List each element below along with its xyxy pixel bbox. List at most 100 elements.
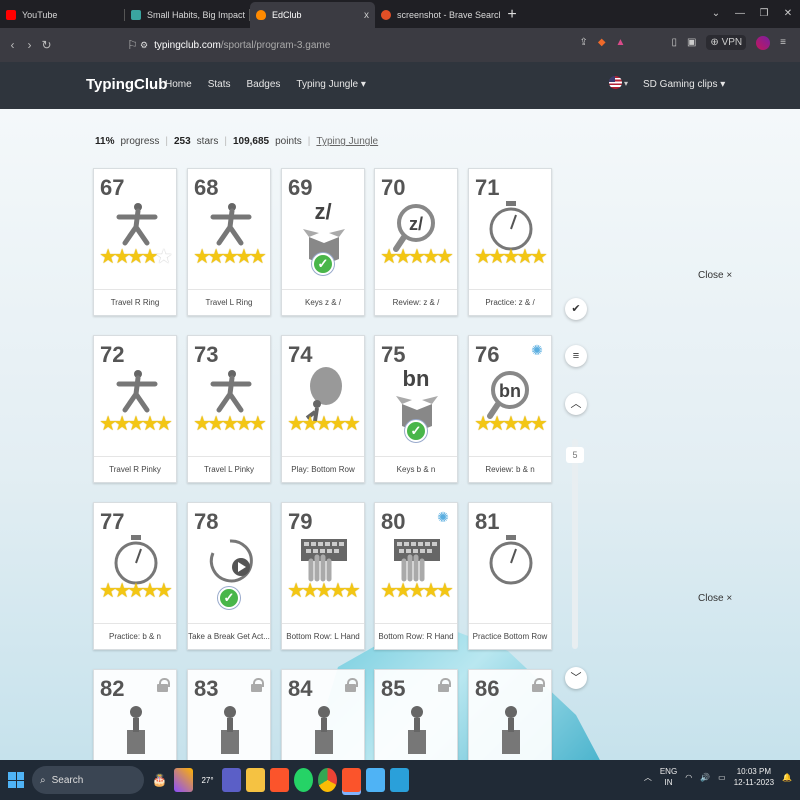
- nav-stats[interactable]: Stats: [208, 79, 231, 90]
- tab-small-habits[interactable]: Small Habits, Big Impact: [125, 2, 250, 28]
- lesson-card-74[interactable]: 74 ★ ★ ★ ★ ★ Play: Bottom Row: [281, 335, 365, 483]
- scroll-page-indicator[interactable]: 5: [566, 447, 584, 463]
- close-button[interactable]: Close ×: [698, 270, 732, 281]
- lesson-caption: Travel R Ring: [94, 289, 176, 315]
- lesson-caption: Keys z & /: [282, 289, 364, 315]
- tab-edclub[interactable]: EdClub x: [250, 2, 375, 28]
- nav-typing-jungle[interactable]: Typing Jungle ▾: [296, 79, 366, 90]
- scroll-up-button[interactable]: ︿: [565, 393, 587, 415]
- lesson-card-77[interactable]: 77 ★ ★ ★ ★ ★ Practice: b & n: [93, 502, 177, 650]
- lesson-card-67[interactable]: 67 ★ ★ ★ ★ ★ Travel R Ring: [93, 168, 177, 316]
- lesson-card-70[interactable]: 70 z/ ★ ★ ★ ★ ★ Review: z & /: [374, 168, 458, 316]
- close-button[interactable]: Close ×: [698, 593, 732, 604]
- menu-icon[interactable]: ≡: [780, 37, 786, 48]
- star-icon: ★: [154, 246, 173, 268]
- address-bar-row: ‹ › ↻ ⚐ ⚙ typingclub.com/sportal/program…: [0, 28, 800, 62]
- minimize-icon[interactable]: —: [728, 0, 752, 28]
- weather-widget[interactable]: 27°: [198, 768, 217, 792]
- lesson-card-81[interactable]: 81 Practice Bottom Row: [468, 502, 552, 650]
- restore-icon[interactable]: ❐: [752, 0, 776, 28]
- lesson-number: 78: [194, 509, 219, 534]
- lesson-card-68[interactable]: 68 ★ ★ ★ ★ ★ Travel L Ring: [187, 168, 271, 316]
- wallet-icon[interactable]: ▣: [687, 37, 696, 48]
- show-hidden-icon[interactable]: ︿: [644, 772, 652, 783]
- url-field[interactable]: ⚙ typingclub.com/sportal/program-3.game: [140, 35, 610, 55]
- lesson-card-76[interactable]: 76 bn ★ ★ ★ ★ ★ ✺ Review: b & n: [468, 335, 552, 483]
- lesson-keys: bn: [499, 381, 521, 401]
- site-logo[interactable]: TypingClub: [86, 76, 167, 93]
- chrome-icon[interactable]: [318, 768, 337, 792]
- brave-shields-icon[interactable]: ◆: [598, 37, 606, 48]
- lesson-card-73[interactable]: 73 ★ ★ ★ ★ ★ Travel L Pinky: [187, 335, 271, 483]
- list-icon: ≡: [572, 350, 580, 362]
- url-path: /sportal/program-3.game: [220, 39, 331, 51]
- typing-jungle-link[interactable]: Typing Jungle: [316, 136, 378, 147]
- close-tab-icon[interactable]: x: [364, 10, 369, 21]
- sidebar-icon[interactable]: ▯: [671, 37, 677, 48]
- brave-rewards-icon[interactable]: ▲: [616, 37, 626, 48]
- tab-youtube[interactable]: YouTube: [0, 2, 125, 28]
- tab-brave-search[interactable]: screenshot - Brave Search: [375, 2, 500, 28]
- lesson-card-85[interactable]: 85: [374, 669, 458, 760]
- locked-icon: [205, 700, 255, 760]
- nav-badges[interactable]: Badges: [246, 79, 280, 90]
- progress-stats: 11% progress | 253 stars | 109,685 points |…: [95, 136, 379, 147]
- lesson-card-71[interactable]: 71 ★ ★ ★ ★ ★ Practice: z & /: [468, 168, 552, 316]
- bookmark-icon[interactable]: ⚐: [124, 38, 141, 52]
- lesson-number: 77: [100, 509, 125, 534]
- back-icon[interactable]: ‹: [4, 38, 21, 52]
- close-window-icon[interactable]: ✕: [776, 0, 800, 28]
- lesson-card-84[interactable]: 84: [281, 669, 365, 760]
- user-menu[interactable]: SD Gaming clips ▾: [643, 79, 725, 90]
- brave-active-icon[interactable]: [342, 768, 361, 792]
- lesson-card-86[interactable]: 86: [468, 669, 552, 760]
- lock-icon: [251, 678, 264, 692]
- tab-search-icon[interactable]: ⌄: [704, 0, 728, 28]
- notepad-icon[interactable]: [366, 768, 385, 792]
- lesson-number: 82: [100, 676, 125, 701]
- lesson-card-69[interactable]: 69 z/ ✓ Keys z & /: [281, 168, 365, 316]
- us-flag-icon[interactable]: [609, 76, 622, 89]
- new-tab-button[interactable]: +: [500, 2, 524, 28]
- teams-icon[interactable]: [222, 768, 241, 792]
- site-info-icon[interactable]: ⚙: [140, 40, 148, 51]
- windows-start-icon[interactable]: [8, 772, 24, 788]
- menu-button[interactable]: ≡: [565, 345, 587, 367]
- brave-icon[interactable]: [270, 768, 289, 792]
- scroll-track[interactable]: [572, 439, 578, 649]
- lesson-card-79[interactable]: 79 ★ ★ ★ ★ ★ Bottom Row: L Hand: [281, 502, 365, 650]
- language-indicator[interactable]: ENG IN: [660, 766, 677, 788]
- lesson-card-80[interactable]: 80 ★ ★ ★ ★ ★ ✺ Bottom Row: R Hand: [374, 502, 458, 650]
- forward-icon[interactable]: ›: [21, 38, 38, 52]
- lesson-number: 73: [194, 342, 219, 367]
- snipping-icon[interactable]: [390, 768, 409, 792]
- nav-home[interactable]: Home: [165, 79, 192, 90]
- lesson-card-82[interactable]: 82: [93, 669, 177, 760]
- scroll-down-button[interactable]: ﹀: [565, 667, 587, 689]
- share-icon[interactable]: ⇪: [579, 37, 587, 48]
- notification-icon[interactable]: 🔔: [782, 773, 792, 782]
- cake-icon[interactable]: 🎂: [150, 768, 169, 792]
- file-explorer-icon[interactable]: [246, 768, 265, 792]
- lesson-card-72[interactable]: 72 ★ ★ ★ ★ ★ Travel R Pinky: [93, 335, 177, 483]
- profile-avatar[interactable]: [756, 35, 771, 50]
- taskbar-search[interactable]: ⌕ Search: [32, 766, 144, 794]
- lesson-caption: Review: z & /: [375, 289, 457, 315]
- lesson-caption: Practice: z & /: [469, 289, 551, 315]
- clock[interactable]: 10:03 PM 12-11-2023: [734, 766, 774, 788]
- lesson-caption: Travel L Pinky: [188, 456, 270, 482]
- lesson-number: 80: [381, 509, 406, 534]
- language-dropdown-icon[interactable]: ▾: [624, 79, 628, 88]
- star-icon: ★: [435, 580, 454, 602]
- check-progress-button[interactable]: ✔: [565, 298, 587, 320]
- copilot-icon[interactable]: [174, 768, 193, 792]
- lesson-card-78[interactable]: 78 ✓ Take a Break Get Act...: [187, 502, 271, 650]
- reload-icon[interactable]: ↻: [38, 38, 55, 52]
- battery-icon[interactable]: ▭: [718, 773, 726, 782]
- wifi-icon[interactable]: ◠: [685, 773, 692, 782]
- lesson-card-83[interactable]: 83: [187, 669, 271, 760]
- lesson-card-75[interactable]: 75 bn ✓ Keys b & n: [374, 335, 458, 483]
- volume-icon[interactable]: 🔊: [700, 773, 710, 782]
- whatsapp-icon[interactable]: [294, 768, 313, 792]
- vpn-button[interactable]: ⊕ VPN: [706, 35, 747, 50]
